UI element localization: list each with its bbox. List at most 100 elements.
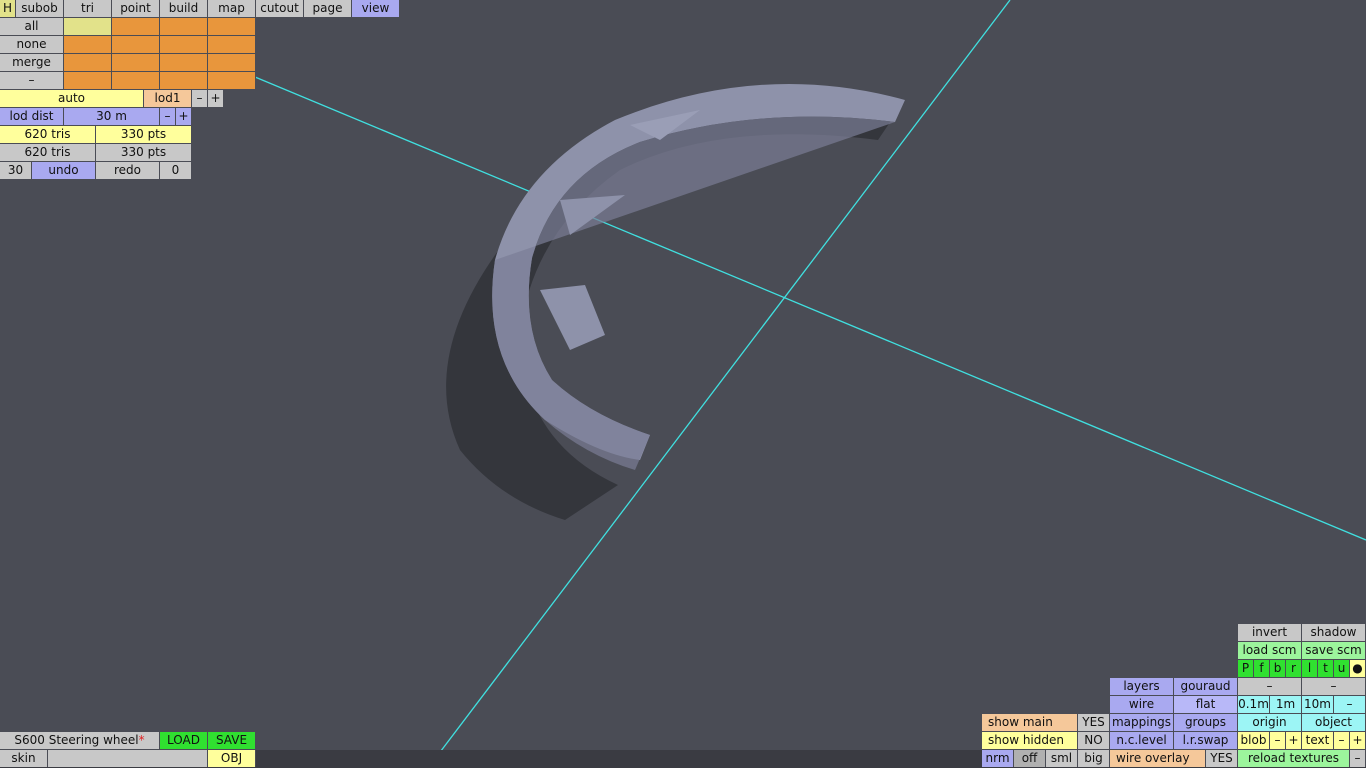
view-u-button[interactable]: u (1334, 660, 1350, 677)
tris-count-total: 620 tris (0, 144, 96, 161)
load-scm-button[interactable]: load scm (1238, 642, 1302, 659)
grid-cell[interactable] (112, 18, 160, 35)
lod1-button[interactable]: lod1 (144, 90, 192, 107)
dash-button-b[interactable]: – (1302, 678, 1366, 695)
shadow-button[interactable]: shadow (1302, 624, 1366, 641)
nc-level-button[interactable]: n.c.level (1110, 732, 1174, 749)
mappings-button[interactable]: mappings (1110, 714, 1174, 731)
gouraud-button[interactable]: gouraud (1174, 678, 1238, 695)
grid-cell[interactable] (160, 36, 208, 53)
invert-button[interactable]: invert (1238, 624, 1302, 641)
grid-cell[interactable] (112, 36, 160, 53)
redo-button[interactable]: redo (96, 162, 160, 179)
tab-view[interactable]: view (352, 0, 400, 17)
h-button[interactable]: H (0, 0, 16, 17)
undo-count: 30 (0, 162, 32, 179)
select-none-button[interactable]: none (0, 36, 64, 53)
pts-count-total: 330 pts (96, 144, 192, 161)
grid-10m-button[interactable]: 10m (1302, 696, 1334, 713)
wire-overlay-button[interactable]: wire overlay (1110, 750, 1206, 767)
grid-cell[interactable] (112, 54, 160, 71)
skin-button[interactable]: skin (0, 750, 48, 767)
text-button[interactable]: text (1302, 732, 1334, 749)
big-button[interactable]: big (1078, 750, 1110, 767)
view-l-button[interactable]: l (1302, 660, 1318, 677)
grid-1m-button[interactable]: 1m (1270, 696, 1302, 713)
steering-wheel-model (492, 84, 905, 471)
redo-count: 0 (160, 162, 192, 179)
tab-cutout[interactable]: cutout (256, 0, 304, 17)
show-hidden-value[interactable]: NO (1078, 732, 1110, 749)
tab-subob[interactable]: subob (16, 0, 64, 17)
grid-cell[interactable] (160, 54, 208, 71)
view-t-button[interactable]: t (1318, 660, 1334, 677)
groups-button[interactable]: groups (1174, 714, 1238, 731)
tab-point[interactable]: point (112, 0, 160, 17)
grid-cell[interactable] (64, 72, 112, 89)
grid-dash-button[interactable]: – (1334, 696, 1366, 713)
modified-marker: * (138, 733, 145, 747)
reload-minus-button[interactable]: – (1350, 750, 1366, 767)
lod-minus-button[interactable]: – (192, 90, 208, 107)
blob-plus-button[interactable]: + (1286, 732, 1302, 749)
grid-cell[interactable] (208, 72, 256, 89)
object-button[interactable]: object (1302, 714, 1366, 731)
grid-cell[interactable] (208, 36, 256, 53)
text-minus-button[interactable]: – (1334, 732, 1350, 749)
wire-overlay-value[interactable]: YES (1206, 750, 1238, 767)
grid-cell[interactable] (64, 54, 112, 71)
blob-minus-button[interactable]: – (1270, 732, 1286, 749)
show-main-button[interactable]: show main (982, 714, 1078, 731)
dash-button[interactable]: – (0, 72, 64, 89)
tab-build[interactable]: build (160, 0, 208, 17)
lod-dist-value[interactable]: 30 m (64, 108, 160, 125)
merge-button[interactable]: merge (0, 54, 64, 71)
sml-button[interactable]: sml (1046, 750, 1078, 767)
lod-dist-plus-button[interactable]: + (176, 108, 192, 125)
dash-button-a[interactable]: – (1238, 678, 1302, 695)
view-r-button[interactable]: r (1286, 660, 1302, 677)
off-button[interactable]: off (1014, 750, 1046, 767)
wire-button[interactable]: wire (1110, 696, 1174, 713)
grid-cell[interactable] (160, 72, 208, 89)
view-f-button[interactable]: f (1254, 660, 1270, 677)
tris-count: 620 tris (0, 126, 96, 143)
text-plus-button[interactable]: + (1350, 732, 1366, 749)
nrm-button[interactable]: nrm (982, 750, 1014, 767)
tab-tri[interactable]: tri (64, 0, 112, 17)
save-button[interactable]: SAVE (208, 732, 256, 749)
view-b-button[interactable]: b (1270, 660, 1286, 677)
lod-dist-minus-button[interactable]: – (160, 108, 176, 125)
show-hidden-button[interactable]: show hidden (982, 732, 1078, 749)
grid-cell[interactable] (64, 36, 112, 53)
view-p-button[interactable]: P (1238, 660, 1254, 677)
3d-viewport[interactable] (0, 0, 1366, 768)
layers-button[interactable]: layers (1110, 678, 1174, 695)
select-all-button[interactable]: all (0, 18, 64, 35)
skin-field[interactable] (48, 750, 208, 767)
lr-swap-button[interactable]: l.r.swap (1174, 732, 1238, 749)
pts-count: 330 pts (96, 126, 192, 143)
view-dot-button[interactable]: ● (1350, 660, 1366, 677)
grid-cell[interactable] (112, 72, 160, 89)
undo-button[interactable]: undo (32, 162, 96, 179)
file-name[interactable]: S600 Steering wheel* (0, 732, 160, 749)
origin-button[interactable]: origin (1238, 714, 1302, 731)
tab-map[interactable]: map (208, 0, 256, 17)
lod-dist-label: lod dist (0, 108, 64, 125)
reload-textures-button[interactable]: reload textures (1238, 750, 1350, 767)
blob-button[interactable]: blob (1238, 732, 1270, 749)
grid-cell[interactable] (64, 18, 112, 35)
grid-cell[interactable] (208, 18, 256, 35)
grid-cell[interactable] (208, 54, 256, 71)
grid-cell[interactable] (160, 18, 208, 35)
lod-plus-button[interactable]: + (208, 90, 224, 107)
show-main-value[interactable]: YES (1078, 714, 1110, 731)
load-button[interactable]: LOAD (160, 732, 208, 749)
auto-button[interactable]: auto (0, 90, 144, 107)
obj-button[interactable]: OBJ (208, 750, 256, 767)
flat-button[interactable]: flat (1174, 696, 1238, 713)
save-scm-button[interactable]: save scm (1302, 642, 1366, 659)
grid-0-1m-button[interactable]: 0.1m (1238, 696, 1270, 713)
tab-page[interactable]: page (304, 0, 352, 17)
